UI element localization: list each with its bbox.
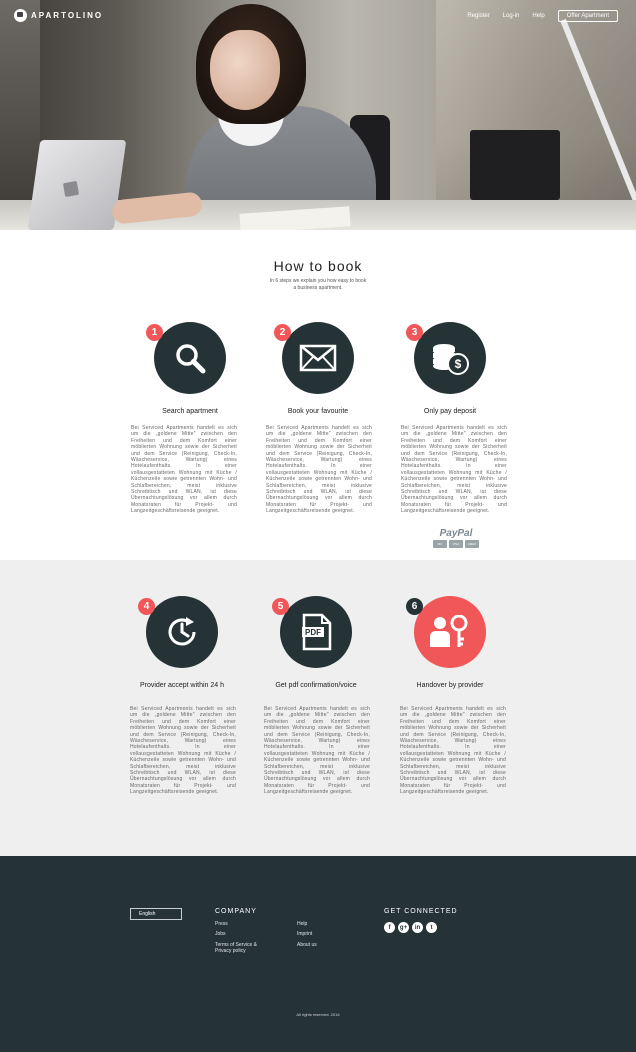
step-2-title: Book your favourite <box>287 408 349 415</box>
social-heading: GET CONNECTED <box>384 908 458 915</box>
hero-monitor <box>470 130 560 200</box>
section-subtitle: In 6 steps we explain you how easy to bo… <box>269 278 367 291</box>
nav-links: Register Log-in Help Offer Apartment <box>467 10 618 22</box>
nav-help-link[interactable]: Help <box>532 13 544 19</box>
step-1-circle <box>154 322 226 394</box>
footer-link-press[interactable]: Press <box>215 921 228 927</box>
facebook-icon[interactable]: f <box>384 922 395 933</box>
clock-icon <box>168 617 196 646</box>
svg-text:$: $ <box>455 357 462 371</box>
how-to-book-section: How to book In 6 steps we explain you ho… <box>0 230 636 560</box>
mastercard-icon: MC <box>433 540 447 548</box>
step-4-title: Provider accept within 24 h <box>139 682 225 689</box>
key-handover-icon <box>430 615 468 647</box>
step-5-description: Bei Serviced Apartments handelt es sich … <box>264 706 370 796</box>
offer-apartment-button[interactable]: Offer Apartment <box>557 10 618 22</box>
google-plus-icon[interactable]: g+ <box>398 922 409 933</box>
how-to-book-section-2: 4 Provider accept within 24 h Bei Servic… <box>0 560 636 856</box>
step-2-number: 2 <box>274 324 291 341</box>
brand-name: APARTOLINO <box>31 11 104 20</box>
step-2-description: Bei Serviced Apartments handelt es sich … <box>266 425 372 515</box>
linkedin-icon[interactable]: in <box>412 922 423 933</box>
brand-logo[interactable]: APARTOLINO <box>14 9 103 22</box>
step-1-description: Bei Serviced Apartments handelt es sich … <box>131 425 237 515</box>
visa-icon: VISA <box>449 540 463 548</box>
social-icons: f g+ in t <box>384 922 437 933</box>
search-icon <box>176 344 206 374</box>
step-3-description: Bei Serviced Apartments handelt es sich … <box>401 425 507 515</box>
step-3-title: Only pay deposit <box>423 408 477 415</box>
footer-link-about[interactable]: About us <box>297 942 317 948</box>
footer-link-terms[interactable]: Terms of Service & Privacy policy <box>215 942 267 954</box>
step-5-title: Get pdf confirmation/voice <box>275 682 357 689</box>
step-1-number: 1 <box>146 324 163 341</box>
logo-icon <box>14 9 27 22</box>
step-4-description: Bei Serviced Apartments handelt es sich … <box>130 706 236 796</box>
nav-login-link[interactable]: Log-in <box>503 13 520 19</box>
step-6-number: 6 <box>406 598 423 615</box>
pdf-icon: PDF <box>302 613 332 651</box>
amex-icon: AMEX <box>465 540 479 548</box>
hero-person-face <box>210 30 280 110</box>
coins-icon: $ <box>433 344 469 375</box>
company-heading: COMPANY <box>215 908 257 915</box>
step-5-circle: PDF <box>280 596 352 668</box>
footer-link-help[interactable]: Help <box>297 921 307 927</box>
payment-methods: PayPal MC VISA AMEX <box>430 528 482 548</box>
paypal-logo: PayPal <box>439 528 473 539</box>
footer-link-imprint[interactable]: Imprint <box>297 931 312 937</box>
step-5-number: 5 <box>272 598 289 615</box>
footer-link-jobs[interactable]: Jobs <box>215 931 226 937</box>
twitter-icon[interactable]: t <box>426 922 437 933</box>
section-title: How to book <box>273 258 363 274</box>
copyright: All rights reserved. 2016 <box>296 1012 340 1017</box>
step-1-title: Search apartment <box>162 408 218 415</box>
card-logos: MC VISA AMEX <box>430 540 482 548</box>
envelope-icon <box>299 344 337 372</box>
step-3-circle: $ <box>414 322 486 394</box>
step-4-circle <box>146 596 218 668</box>
hero-image: APARTOLINO Register Log-in Help Offer Ap… <box>0 0 636 230</box>
step-3-number: 3 <box>406 324 423 341</box>
footer: English COMPANY Press Jobs Terms of Serv… <box>0 856 636 1052</box>
top-navigation: APARTOLINO Register Log-in Help Offer Ap… <box>0 0 636 30</box>
svg-text:PDF: PDF <box>305 628 321 637</box>
nav-register-link[interactable]: Register <box>467 13 489 19</box>
language-select[interactable]: English <box>130 908 182 920</box>
hero-laptop-logo <box>62 180 80 198</box>
step-6-circle <box>414 596 486 668</box>
step-6-description: Bei Serviced Apartments handelt es sich … <box>400 706 506 796</box>
step-2-circle <box>282 322 354 394</box>
step-4-number: 4 <box>138 598 155 615</box>
step-6-title: Handover by provider <box>416 682 484 689</box>
